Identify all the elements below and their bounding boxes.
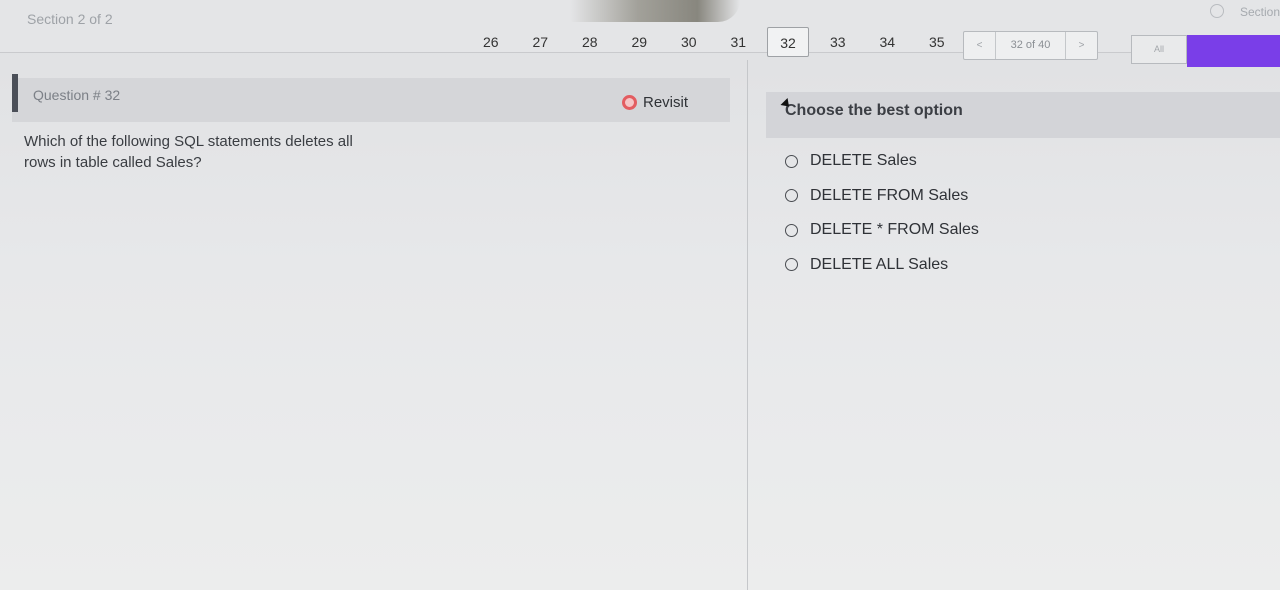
pager-position: 32 of 40 (1010, 39, 1051, 51)
page-number-31[interactable]: 31 (714, 27, 764, 57)
answer-option-label: DELETE FROM Sales (810, 186, 969, 204)
answer-option-1[interactable]: DELETE Sales (785, 144, 979, 179)
pager: < 32 of 40 > (963, 31, 1098, 60)
section-right-label: Section (1239, 5, 1280, 19)
answer-option-label: DELETE Sales (810, 152, 917, 170)
section-switch[interactable]: Section (1209, 4, 1280, 19)
revisit-button[interactable]: Revisit (622, 94, 688, 111)
radio-button[interactable] (785, 223, 798, 237)
question-accent-bar (12, 74, 18, 112)
answer-option-label: DELETE ALL Sales (810, 255, 949, 273)
answer-option-3[interactable]: DELETE * FROM Sales (785, 213, 979, 248)
page-number-26[interactable]: 26 (466, 27, 516, 57)
answer-option-label: DELETE * FROM Sales (810, 221, 979, 239)
answer-option-2[interactable]: DELETE FROM Sales (785, 179, 979, 214)
panel-divider (747, 60, 748, 590)
revisit-icon (622, 95, 637, 110)
radio-button[interactable] (785, 258, 798, 272)
section-label: Section 2 of 2 (27, 11, 113, 27)
options-prompt: Choose the best option (785, 102, 963, 119)
next-page-button[interactable]: > (1065, 32, 1097, 59)
page-number-30[interactable]: 30 (664, 27, 714, 57)
page-number-34[interactable]: 34 (863, 27, 913, 57)
page-number-35[interactable]: 35 (912, 27, 962, 57)
page-number-27[interactable]: 27 (516, 27, 566, 57)
answer-options: DELETE Sales DELETE FROM Sales DELETE * … (785, 144, 979, 282)
top-bar: Section 2 of 2 Section 26 27 28 29 30 31… (0, 0, 1280, 64)
question-page-numbers: 26 27 28 29 30 31 32 33 34 35 (466, 27, 962, 57)
page-number-29[interactable]: 29 (615, 27, 665, 57)
accent-button[interactable] (1187, 35, 1280, 67)
section-icon (1209, 4, 1224, 18)
page-number-33[interactable]: 33 (813, 27, 863, 57)
question-text: Which of the following SQL statements de… (24, 133, 353, 171)
all-questions-button[interactable]: All (1131, 35, 1187, 64)
question-title: Question # 32 (33, 87, 121, 103)
radio-button[interactable] (785, 154, 798, 168)
glare-artifact (570, 0, 740, 22)
page-number-28[interactable]: 28 (565, 27, 615, 57)
answer-option-4[interactable]: DELETE ALL Sales (785, 248, 979, 283)
radio-button[interactable] (785, 189, 798, 203)
revisit-label: Revisit (643, 94, 689, 111)
page-number-32-current[interactable]: 32 (767, 27, 809, 57)
prev-page-button[interactable]: < (964, 32, 996, 59)
